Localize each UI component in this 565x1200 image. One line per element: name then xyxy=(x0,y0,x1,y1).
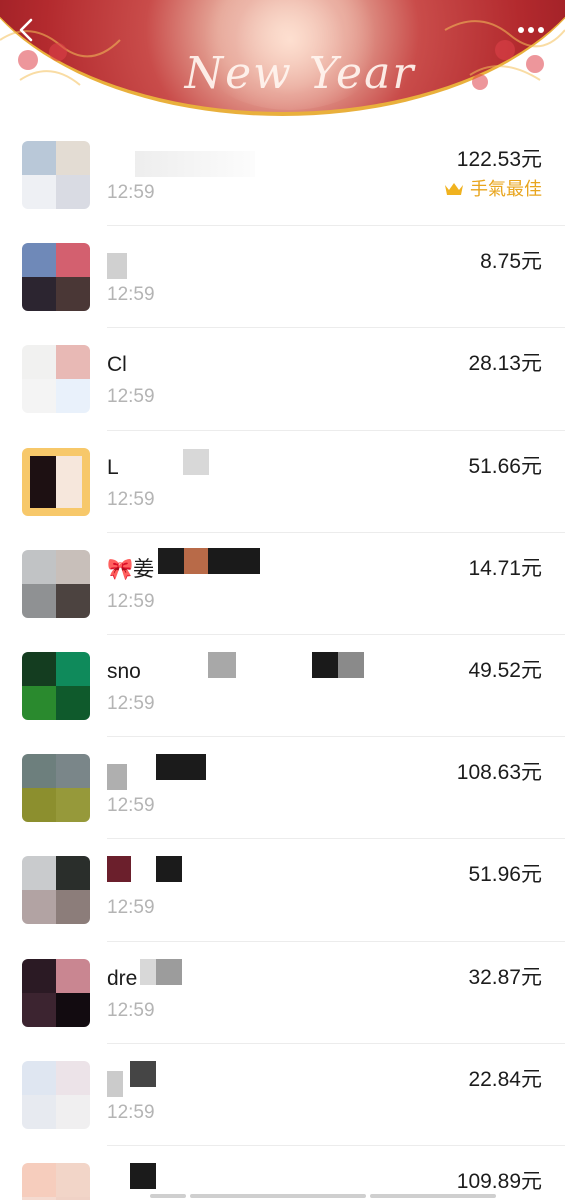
list-item[interactable]: L 12:59 51.66元 xyxy=(0,431,565,533)
claim-time: 12:59 xyxy=(107,488,155,510)
avatar xyxy=(22,243,90,312)
claim-amount: 32.87元 xyxy=(468,965,542,989)
chevron-left-icon xyxy=(19,18,33,42)
redacted-name xyxy=(156,754,206,781)
list-item[interactable]: sno 12:59 49.52元 xyxy=(0,635,565,738)
redacted-name xyxy=(107,253,127,280)
more-dots-icon xyxy=(518,27,544,33)
member-name: Cl xyxy=(107,353,127,377)
list-item[interactable]: 12:59 22.84元 xyxy=(0,1044,565,1147)
claim-time: 12:59 xyxy=(107,284,155,306)
redacted-name xyxy=(140,958,182,985)
redacted-name xyxy=(107,856,131,883)
avatar xyxy=(22,1060,90,1129)
redacted-name xyxy=(107,764,127,791)
avatar xyxy=(22,856,90,925)
avatar xyxy=(22,651,90,720)
back-button[interactable] xyxy=(10,14,42,46)
avatar xyxy=(22,1162,90,1200)
redacted-name xyxy=(130,1060,156,1087)
member-name: L xyxy=(107,455,119,479)
avatar xyxy=(22,958,90,1027)
claim-time: 12:59 xyxy=(107,999,155,1021)
claim-time: 12:59 xyxy=(107,795,155,817)
more-button[interactable] xyxy=(511,16,551,44)
list-item[interactable]: 109.89元 xyxy=(0,1146,565,1200)
redacted-name xyxy=(183,448,209,475)
redacted-name xyxy=(156,856,182,883)
claim-time: 12:59 xyxy=(107,1101,155,1123)
header-banner: New Year xyxy=(0,0,565,122)
redacted-name xyxy=(107,1070,123,1097)
avatar xyxy=(22,345,90,414)
crown-icon xyxy=(445,183,463,195)
redacted-name xyxy=(158,547,260,574)
member-name: sno xyxy=(107,659,141,683)
claim-amount: 49.52元 xyxy=(468,658,542,682)
red-packet-detail-page: New Year 12:59 122.53元 手氣最佳 12:59 8.75元 … xyxy=(0,0,565,1200)
redacted-name xyxy=(135,151,255,177)
list-item[interactable]: 🎀姜 12:59 14.71元 xyxy=(0,533,565,636)
list-item[interactable]: Cl 12:59 28.13元 xyxy=(0,328,565,431)
avatar xyxy=(22,754,90,823)
best-luck-badge: 手氣最佳 xyxy=(444,177,542,201)
claim-time: 12:59 xyxy=(107,590,155,612)
claim-amount: 8.75元 xyxy=(480,250,542,274)
claim-amount: 51.96元 xyxy=(468,863,542,887)
redacted-name xyxy=(130,1162,156,1189)
avatar xyxy=(22,549,90,618)
redacted-name xyxy=(312,651,364,678)
avatar xyxy=(22,447,90,516)
claim-time: 12:59 xyxy=(107,386,155,408)
claim-amount: 108.63元 xyxy=(456,761,542,785)
claim-amount: 122.53元 xyxy=(456,148,542,171)
bottom-scroll-indicator xyxy=(150,1194,496,1198)
list-item[interactable]: 12:59 51.96元 xyxy=(0,839,565,942)
claim-list: 12:59 122.53元 手氣最佳 12:59 8.75元 Cl 12:59 … xyxy=(0,124,565,1200)
claim-time: 12:59 xyxy=(107,897,155,919)
claim-amount: 22.84元 xyxy=(468,1067,542,1091)
banner-text: New Year xyxy=(184,48,416,99)
redacted-name xyxy=(208,651,236,678)
claim-amount: 28.13元 xyxy=(468,352,542,376)
claim-time: 12:59 xyxy=(107,692,155,714)
member-name: 🎀姜 xyxy=(107,557,155,581)
avatar xyxy=(22,141,90,209)
member-name: dre xyxy=(107,966,138,990)
claim-amount: 14.71元 xyxy=(468,556,542,580)
claim-amount: 109.89元 xyxy=(456,1169,542,1193)
claim-amount: 51.66元 xyxy=(468,454,542,478)
list-item[interactable]: dre 12:59 32.87元 xyxy=(0,942,565,1044)
best-luck-label: 手氣最佳 xyxy=(470,179,542,199)
list-item[interactable]: 12:59 108.63元 xyxy=(0,737,565,840)
list-item[interactable]: 12:59 122.53元 手氣最佳 xyxy=(0,124,565,227)
list-item[interactable]: 12:59 8.75元 xyxy=(0,226,565,329)
claim-time: 12:59 xyxy=(107,182,155,203)
